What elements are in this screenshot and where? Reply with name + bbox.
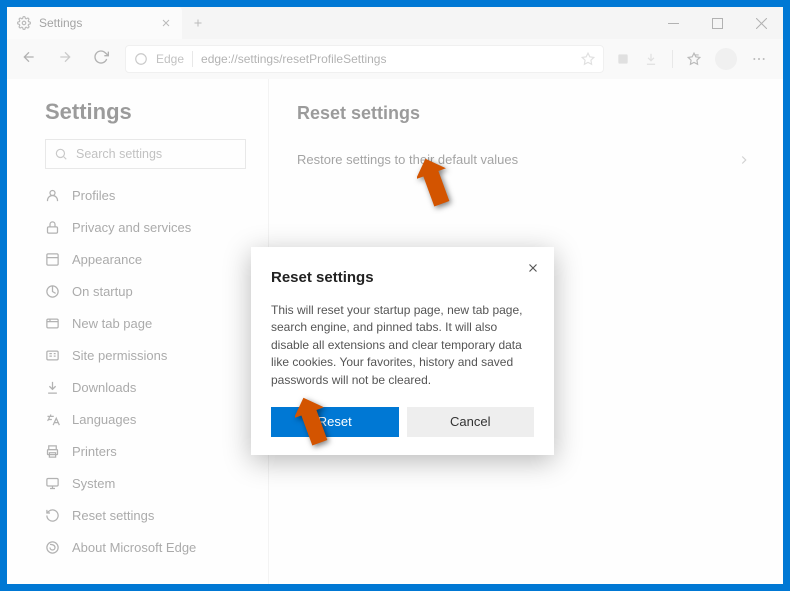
close-icon xyxy=(526,261,540,275)
annotation-arrow xyxy=(417,155,462,215)
dialog-close-button[interactable] xyxy=(526,261,540,280)
dialog-title: Reset settings xyxy=(271,269,534,286)
annotation-arrow xyxy=(295,394,340,454)
cancel-button[interactable]: Cancel xyxy=(407,407,535,437)
browser-window: Settings Edge edge://settings/resetProfi… xyxy=(7,7,783,584)
dialog-body: This will reset your startup page, new t… xyxy=(271,302,534,389)
